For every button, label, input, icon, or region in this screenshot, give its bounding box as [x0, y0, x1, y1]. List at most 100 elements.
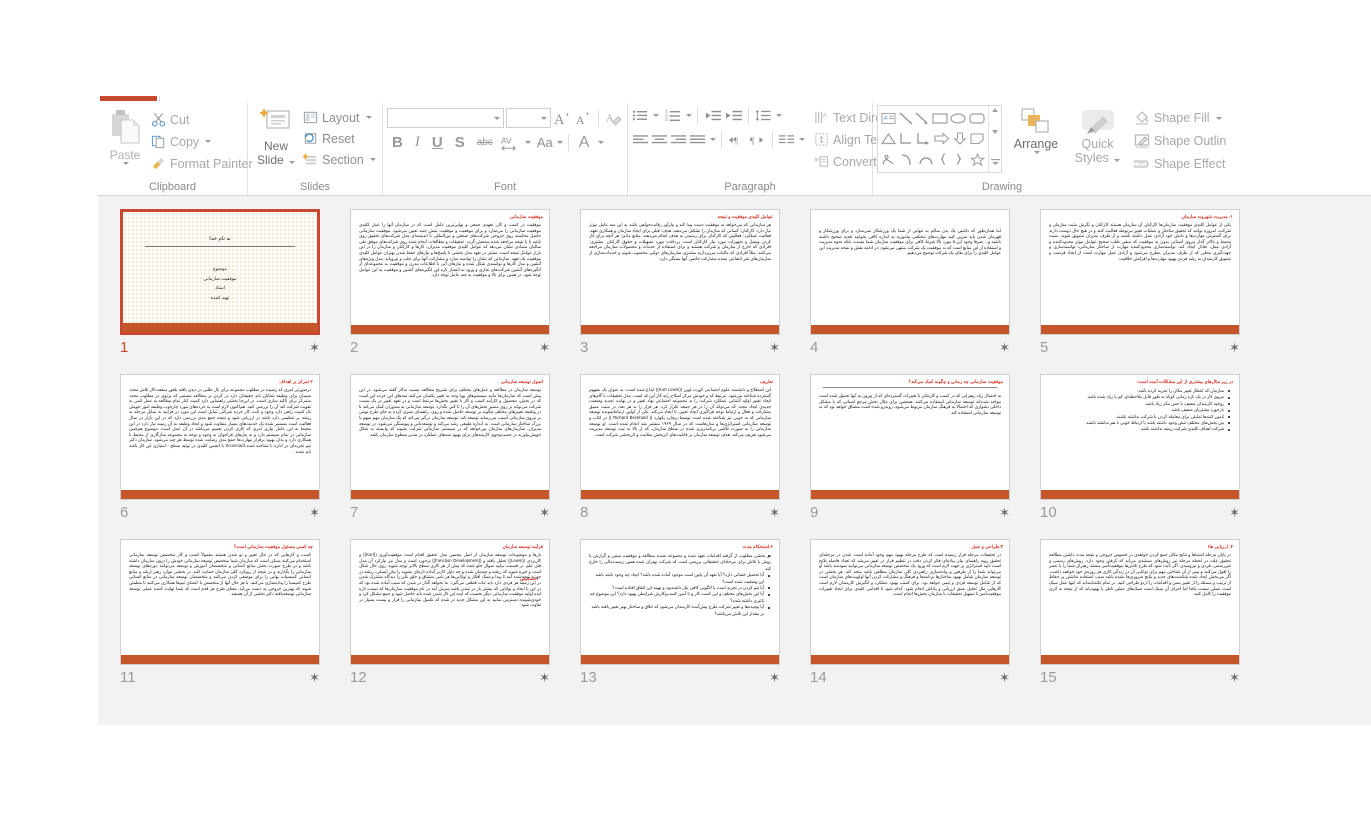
animation-star-icon[interactable]: ✶ [769, 506, 780, 519]
slide-thumbnail-frame[interactable]: عوامل کلیدی موفقیت و نتیجه هر سازمانی که … [580, 209, 780, 335]
slide-thumbnail-15[interactable]: ۴. ارزیابی ها! در پایان مرحله اشتباها و ن… [1040, 539, 1270, 687]
font-size-chevron-down-icon[interactable] [541, 116, 547, 120]
increase-font-size-icon[interactable]: A [553, 109, 572, 128]
rounded-rectangle-shape-icon[interactable] [969, 112, 985, 125]
quick-styles-chevron-down-icon[interactable] [1114, 159, 1121, 162]
slide-thumbnail-frame[interactable]: به نام خدا موضوع موفقیت سازمانی استاد تهیه ک… [120, 209, 320, 335]
shape-fill-chevron-down-icon[interactable] [1215, 116, 1222, 120]
curve-shape-icon[interactable] [900, 153, 914, 166]
font-name-combobox[interactable] [387, 108, 505, 128]
slide-thumbnail-frame[interactable]: ۴. ارزیابی ها! در پایان مرحله اشتباها و ن… [1040, 539, 1240, 665]
triangle-shape-icon[interactable] [881, 132, 896, 145]
shape-effects-button[interactable]: Shape Effect [1131, 154, 1229, 174]
numbering-icon[interactable]: 1 2 3 [665, 108, 682, 123]
down-arrow-shape-icon[interactable] [953, 132, 967, 146]
shapes-gallery[interactable]: A [877, 105, 1002, 173]
ltr-text-direction-icon[interactable]: ¶ [727, 133, 746, 147]
slide-preview[interactable]: فرآیند توسعه سازمان ۱.تشخیص بارها و موضوعا… [350, 539, 550, 665]
slide-preview[interactable]: اما همان‌طور که داشتن یک بدن سالم به تنه… [810, 209, 1010, 335]
slide-thumbnail-frame[interactable]: ۲-تمرکز بر اهداف درصورتی امری که رسیده در… [120, 374, 320, 500]
animation-star-icon[interactable]: ✶ [999, 341, 1010, 354]
slide-thumbnail-8[interactable]: تعاریف این اصطلاح و دانشمند علوم اجتماعی … [580, 374, 810, 522]
animation-star-icon[interactable]: ✶ [1229, 671, 1240, 684]
scribble-shape-icon[interactable] [881, 153, 895, 166]
slide-thumbnail-5[interactable]: ۱- مدیریت شهروند سازمان یکی از عوامل کلید… [1040, 209, 1270, 357]
rectangle-shape-icon[interactable] [932, 112, 948, 125]
change-case-chevron-down-icon[interactable] [556, 141, 563, 144]
layout-chevron-down-icon[interactable] [365, 116, 372, 119]
section-chevron-down-icon[interactable] [369, 158, 376, 161]
slide-thumbnail-6[interactable]: ۲-تمرکز بر اهداف درصورتی امری که رسیده در… [120, 374, 350, 522]
animation-star-icon[interactable]: ✶ [309, 506, 320, 519]
slide-thumbnail-frame[interactable]: فرآیند توسعه سازمان ۱.تشخیص بارها و موضوعا… [350, 539, 550, 665]
slide-thumbnail-frame[interactable]: چه کسی مسئول موفقیت سازمانی است؟ کسب و کا… [120, 539, 320, 665]
justify-chevron-down-icon[interactable] [710, 138, 716, 141]
animation-star-icon[interactable]: ✶ [769, 341, 780, 354]
line-spacing-chevron-down-icon[interactable] [776, 114, 782, 117]
decrease-font-size-icon[interactable]: A [574, 109, 593, 128]
format-painter-button[interactable]: Format Painter [148, 154, 256, 173]
slide-preview[interactable]: ۲-تمرکز بر اهداف درصورتی امری که رسیده در… [120, 374, 320, 500]
slide-thumbnail-7[interactable]: اصول توسعه سازمانی توسعه سازمان در مطالعه… [350, 374, 580, 522]
new-slide-chevron-down-icon[interactable] [289, 161, 296, 164]
font-color-button[interactable]: A [574, 134, 595, 152]
layout-button[interactable]: Layout [300, 108, 379, 127]
bullets-chevron-down-icon[interactable] [653, 114, 659, 117]
slide-preview[interactable]: ۱- مدیریت شهروند سازمان یکی از عوامل کلید… [1040, 209, 1240, 335]
oval-shape-icon[interactable] [950, 112, 966, 125]
slide-preview[interactable]: به نام خدا موضوع موفقیت سازمانی استاد تهیه ک… [120, 209, 320, 335]
shape-fill-button[interactable]: Shape Fill [1131, 108, 1229, 128]
quick-styles-button[interactable]: Quick Styles [1070, 105, 1125, 174]
elbow-arrow-connector-icon[interactable] [916, 132, 930, 146]
left-brace-shape-icon[interactable] [938, 153, 949, 166]
animation-star-icon[interactable]: ✶ [309, 341, 320, 354]
copy-button[interactable]: Copy [148, 132, 256, 151]
arrange-chevron-down-icon[interactable] [1034, 151, 1040, 154]
slide-thumbnail-2[interactable]: موفقیت سازمانی موفقیت در کسب و کار، تعهدی… [350, 209, 580, 357]
line-shape-icon[interactable] [899, 112, 913, 125]
clear-formatting-icon[interactable]: A [604, 109, 623, 128]
align-center-icon[interactable] [651, 133, 668, 147]
paste-chevron-down-icon[interactable] [123, 162, 129, 165]
arrow-shape-icon[interactable] [915, 112, 929, 125]
animation-star-icon[interactable]: ✶ [1229, 506, 1240, 519]
slide-thumbnail-10[interactable]: در زیر مثال‌های بیشتری از این مشکلات آمد… [1040, 374, 1270, 522]
underline-button[interactable]: U [427, 134, 448, 151]
italic-button[interactable]: I [410, 134, 425, 151]
slide-preview[interactable]: موفقیت سازمانی موفقیت در کسب و کار، تعهدی… [350, 209, 550, 335]
animation-star-icon[interactable]: ✶ [539, 506, 550, 519]
slide-preview[interactable]: چه کسی مسئول موفقیت سازمانی است؟ کسب و کا… [120, 539, 320, 665]
arrange-button[interactable]: Arrange [1008, 105, 1064, 174]
textbox-shape-icon[interactable]: A [881, 112, 896, 125]
character-spacing-icon[interactable]: AV [500, 133, 521, 152]
shapes-more-icon[interactable] [990, 152, 1000, 170]
align-left-icon[interactable] [632, 133, 649, 147]
slide-thumbnail-11[interactable]: چه کسی مسئول موفقیت سازمانی است؟ کسب و کا… [120, 539, 350, 687]
animation-star-icon[interactable]: ✶ [1229, 341, 1240, 354]
font-name-chevron-down-icon[interactable] [494, 116, 501, 120]
slide-preview[interactable]: ۴. ارزیابی ها! در پایان مرحله اشتباها و ن… [1040, 539, 1240, 665]
animation-star-icon[interactable]: ✶ [309, 671, 320, 684]
slide-thumbnail-1[interactable]: به نام خدا موضوع موفقیت سازمانی استاد تهیه ک… [120, 209, 350, 357]
line-spacing-icon[interactable] [754, 108, 772, 123]
slide-thumbnail-3[interactable]: عوامل کلیدی موفقیت و نتیجه هر سازمانی که … [580, 209, 810, 357]
slide-thumbnail-frame[interactable]: در زیر مثال‌های بیشتری از این مشکلات آمد… [1040, 374, 1240, 500]
copy-chevron-down-icon[interactable] [205, 140, 212, 143]
shadow-button[interactable]: S [450, 134, 470, 151]
star-shape-icon[interactable] [969, 153, 985, 167]
cut-button[interactable]: Cut [148, 110, 256, 129]
elbow-connector-icon[interactable] [899, 132, 913, 145]
columns-icon[interactable] [778, 133, 795, 147]
animation-star-icon[interactable]: ✶ [539, 671, 550, 684]
slide-thumbnail-14[interactable]: ۳.طراحی و عمل در تحقیقات مرحله قرار رسیده… [810, 539, 1040, 687]
numbering-chevron-down-icon[interactable] [686, 114, 692, 117]
slide-thumbnail-frame[interactable]: ۱- مدیریت شهروند سازمان یکی از عوامل کلید… [1040, 209, 1240, 335]
slide-thumbnail-frame[interactable]: موفقیت سازمانی چه زمانی و چگونه کمک می‌ک… [810, 374, 1010, 500]
animation-star-icon[interactable]: ✶ [539, 341, 550, 354]
shapes-gallery-scrollbar[interactable] [988, 106, 1001, 172]
slide-thumbnail-9[interactable]: موفقیت سازمانی چه زمانی و چگونه کمک می‌ک… [810, 374, 1040, 522]
slide-preview[interactable]: ۳.طراحی و عمل در تحقیقات مرحله قرار رسیده… [810, 539, 1010, 665]
slide-sorter-workspace[interactable]: به نام خدا موضوع موفقیت سازمانی استاد تهیه ک… [98, 196, 1371, 725]
arc-shape-icon[interactable] [918, 153, 934, 166]
font-color-chevron-down-icon[interactable] [598, 141, 605, 144]
